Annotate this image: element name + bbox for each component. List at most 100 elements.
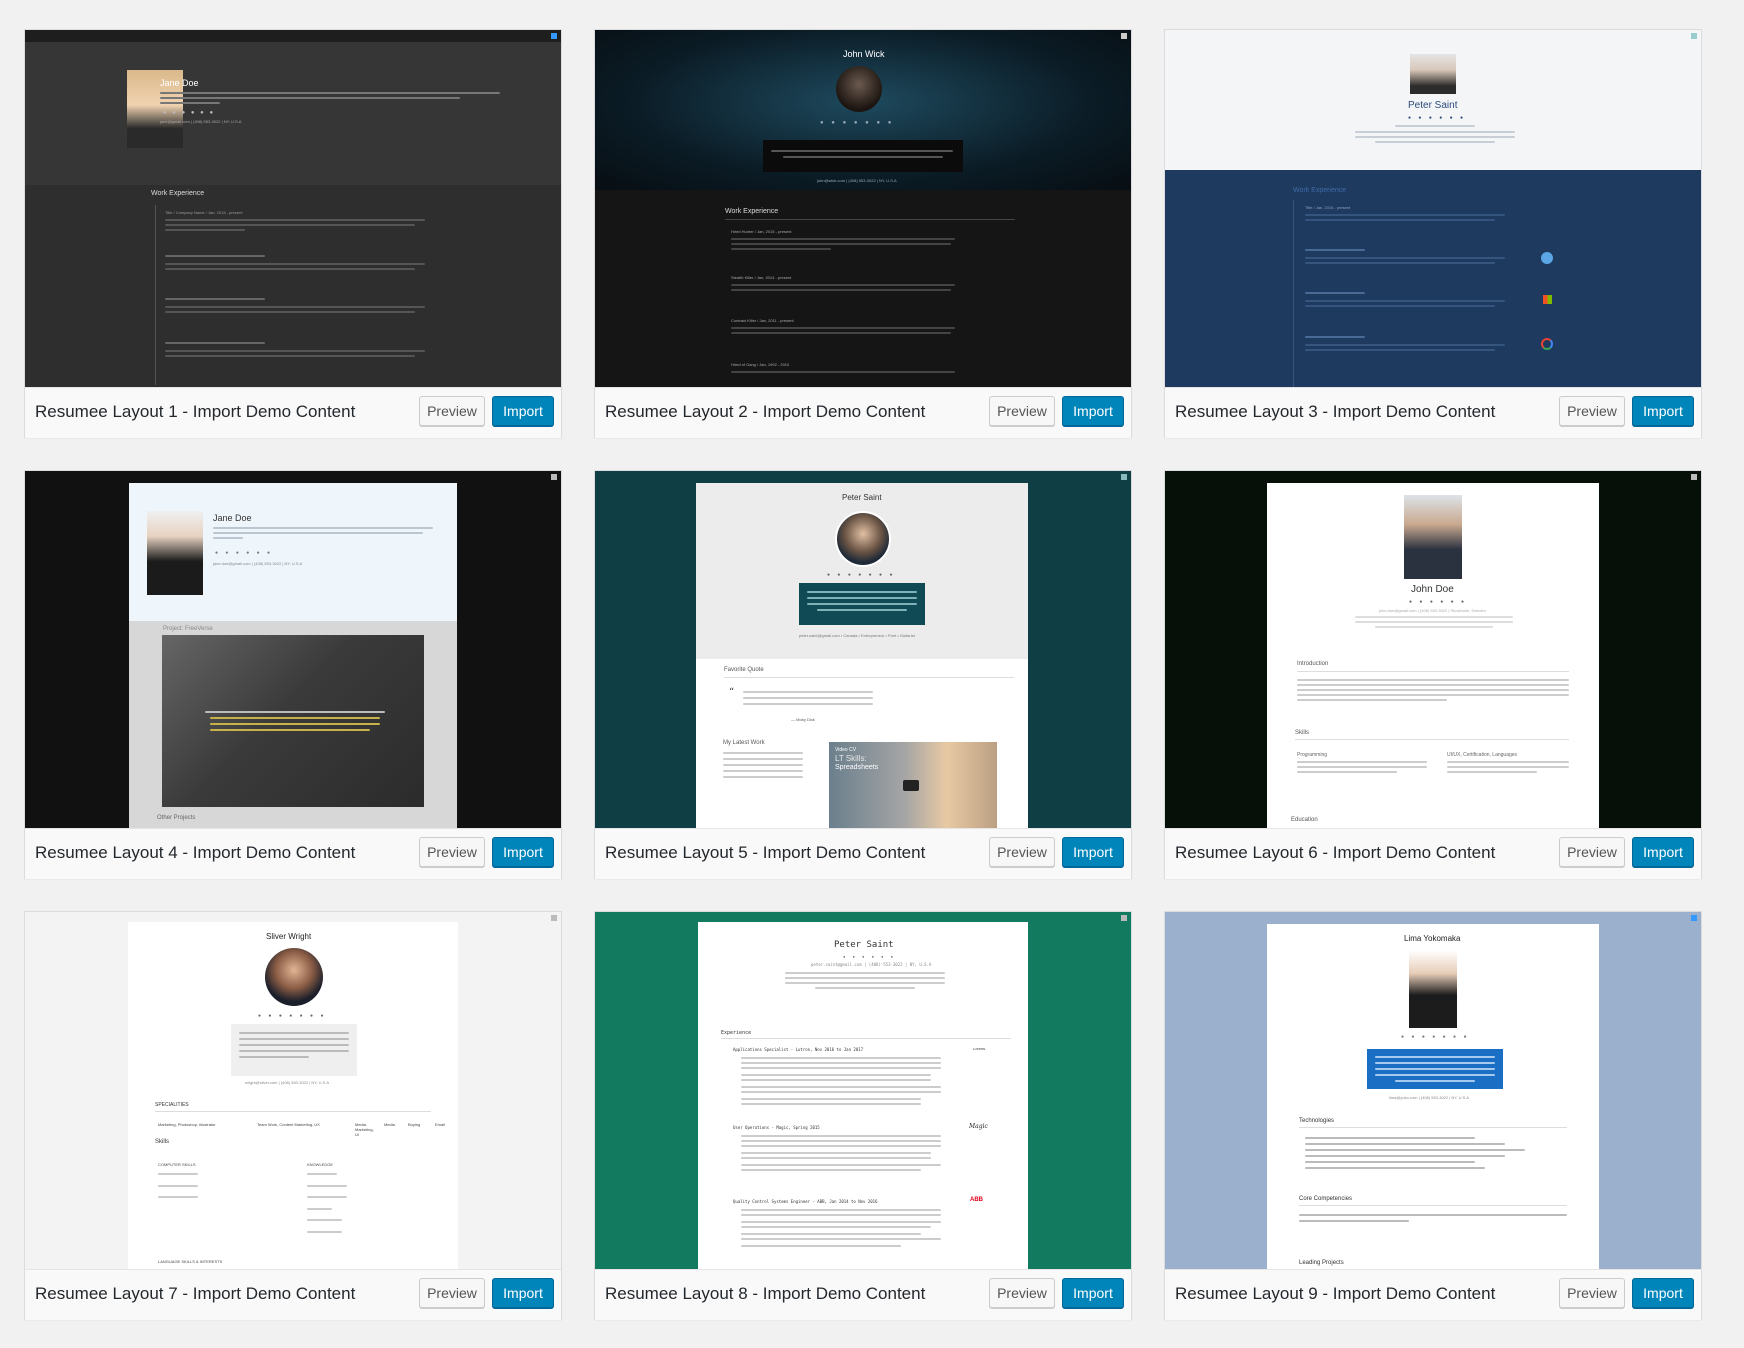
profile-photo — [265, 948, 323, 1006]
preview-button[interactable]: Preview — [419, 1278, 485, 1308]
profile-contact: peter.saint@gmail.com | (408) 553-3022 |… — [811, 962, 932, 967]
import-button[interactable]: Import — [1062, 1278, 1124, 1308]
profile-contact: wright@sliver.com | (408) 553-3022 | NY,… — [245, 1080, 330, 1085]
video-title-line-2: LT Skills: — [835, 754, 867, 763]
sub-heading-1: Programming — [1297, 752, 1328, 758]
entry-title-4: Hired of Gang / Jan, 1992 - 2010 — [731, 362, 790, 367]
speciality-item-2: Team Work, Content Marketing, UX — [257, 1122, 320, 1127]
section-heading: Technologies — [1299, 1118, 1335, 1124]
section-heading-2: Other Projects — [157, 815, 196, 821]
preview-button[interactable]: Preview — [989, 396, 1055, 426]
theme-card-4: Jane Doe ● ● ● ● ● ● jane.doe@gmail.com … — [24, 470, 562, 879]
layout-5-screenshot[interactable]: Peter Saint ● ● ● ● ● ● ● peter.saint@gm… — [595, 471, 1131, 828]
card-footer: Resumee Layout 3 - Import Demo Content P… — [1165, 387, 1701, 438]
import-button[interactable]: Import — [1632, 396, 1694, 426]
import-button[interactable]: Import — [492, 396, 554, 426]
preview-button[interactable]: Preview — [989, 1278, 1055, 1308]
import-button[interactable]: Import — [492, 837, 554, 867]
profile-name: Peter Saint — [1408, 100, 1458, 111]
wordpress-icon — [1541, 252, 1553, 264]
profile-contact: john@wick.com | (408) 553-3022 | NY, U.S… — [817, 178, 897, 183]
speciality-item-6: Email — [435, 1122, 446, 1127]
card-footer: Resumee Layout 4 - Import Demo Content P… — [25, 828, 561, 879]
card-title: Resumee Layout 2 - Import Demo Content — [605, 402, 926, 421]
card-footer: Resumee Layout 9 - Import Demo Content P… — [1165, 1269, 1701, 1320]
layout-8-screenshot[interactable]: Peter Saint ● ● ● ● ● ● peter.saint@gmai… — [595, 912, 1131, 1269]
profile-photo — [147, 511, 203, 595]
layout-1-screenshot[interactable]: Jane Doe ● ● ● ● ● ● jane@gmail.com | (4… — [25, 30, 561, 387]
section-heading: Experience — [721, 1030, 752, 1036]
entry-title: Title / Company Name / Jan, 2015 - prese… — [165, 210, 243, 215]
card-title: Resumee Layout 7 - Import Demo Content — [35, 1284, 356, 1303]
profile-name: Jane Doe — [213, 513, 252, 523]
card-title: Resumee Layout 1 - Import Demo Content — [35, 402, 356, 421]
speciality-item-1: Marketing, Photoshop, Illustrator — [158, 1122, 216, 1127]
profile-name: Sliver Wright — [266, 932, 312, 941]
profile-photo — [1409, 950, 1457, 1028]
section-heading-3: Education — [1291, 817, 1318, 823]
theme-card-1: Jane Doe ● ● ● ● ● ● jane@gmail.com | (4… — [24, 29, 562, 438]
section-heading-2: Skills — [1295, 730, 1310, 736]
section-heading: Work Experience — [151, 190, 205, 197]
speciality-item-5: Buying — [408, 1122, 421, 1127]
quote-author: — Moby Dick — [791, 717, 815, 722]
profile-contact: peter.saint@gmail.com • Canada • Entrepr… — [799, 633, 915, 638]
profile-contact: jane@gmail.com | (408) 553-3022 | NY, U.… — [160, 119, 242, 124]
card-title: Resumee Layout 4 - Import Demo Content — [35, 843, 356, 862]
speciality-item-4: Media — [384, 1122, 395, 1127]
project-image — [162, 635, 424, 807]
video-title-line-3: Spreadsheets — [835, 764, 879, 771]
layout-7-screenshot[interactable]: Sliver Wright ● ● ● ● ● ● ● wright@slive… — [25, 912, 561, 1269]
company-logo-2: Magic — [969, 1123, 988, 1130]
sub-heading-2: UI/UX, Certification, Languages — [1447, 752, 1518, 758]
profile-name: Peter Saint — [842, 493, 882, 502]
card-footer: Resumee Layout 7 - Import Demo Content P… — [25, 1269, 561, 1320]
section-heading-2: Skills — [155, 1139, 170, 1145]
corner-marker-icon — [1121, 915, 1127, 921]
theme-card-8: Peter Saint ● ● ● ● ● ● peter.saint@gmai… — [594, 911, 1132, 1320]
corner-marker-icon — [1691, 33, 1697, 39]
preview-button[interactable]: Preview — [419, 396, 485, 426]
entry-title-3: Contract Killer / Jan, 2011 - present — [731, 318, 794, 323]
layout-6-screenshot[interactable]: John Doe ● ● ● ● ● ● john.doe@gmail.com … — [1165, 471, 1701, 828]
import-button[interactable]: Import — [492, 1278, 554, 1308]
quote-icon: “ — [729, 687, 735, 698]
preview-button[interactable]: Preview — [1559, 1278, 1625, 1308]
corner-marker-icon — [551, 33, 557, 39]
card-title: Resumee Layout 5 - Import Demo Content — [605, 843, 926, 862]
company-logo-1: LUTRON — [973, 1047, 986, 1051]
layout-9-screenshot[interactable]: Lima Yokomaka ● ● ● ● ● ● ● lima@yoko.co… — [1165, 912, 1701, 1269]
profile-name: John Doe — [1411, 584, 1454, 595]
layout-2-screenshot[interactable]: John Wick ● ● ● ● ● ● ● john@wick.com | … — [595, 30, 1131, 387]
preview-button[interactable]: Preview — [1559, 837, 1625, 867]
profile-photo — [836, 66, 882, 112]
layout-3-screenshot[interactable]: Peter Saint ● ● ● ● ● ● Work Experience … — [1165, 30, 1701, 387]
import-button[interactable]: Import — [1632, 1278, 1694, 1308]
preview-button[interactable]: Preview — [989, 837, 1055, 867]
profile-photo — [835, 511, 891, 567]
google-icon — [1541, 338, 1553, 350]
profile-photo — [1404, 495, 1462, 579]
section-heading: Favorite Quote — [724, 667, 764, 673]
layout-4-screenshot[interactable]: Jane Doe ● ● ● ● ● ● jane.doe@gmail.com … — [25, 471, 561, 828]
preview-button[interactable]: Preview — [419, 837, 485, 867]
section-heading: Introduction — [1297, 661, 1329, 667]
profile-name: Jane Doe — [160, 78, 199, 88]
preview-button[interactable]: Preview — [1559, 396, 1625, 426]
corner-marker-icon — [1691, 915, 1697, 921]
theme-card-5: Peter Saint ● ● ● ● ● ● ● peter.saint@gm… — [594, 470, 1132, 879]
corner-marker-icon — [551, 474, 557, 480]
corner-marker-icon — [1121, 33, 1127, 39]
import-button[interactable]: Import — [1062, 396, 1124, 426]
profile-name: Peter Saint — [834, 940, 894, 950]
play-icon[interactable] — [903, 780, 919, 791]
speciality-item-3: Media, Marketing, UI — [355, 1122, 374, 1137]
entry-title-1: Applications Specialist - Lutron, Nov 20… — [733, 1047, 864, 1052]
entry-title-1: Hired Hunter / Jan, 2015 - present — [731, 229, 792, 234]
import-button[interactable]: Import — [1632, 837, 1694, 867]
card-footer: Resumee Layout 1 - Import Demo Content P… — [25, 387, 561, 438]
import-button[interactable]: Import — [1062, 837, 1124, 867]
theme-card-2: John Wick ● ● ● ● ● ● ● john@wick.com | … — [594, 29, 1132, 438]
profile-contact: john.doe@gmail.com | (408) 553-3022 | St… — [1379, 608, 1486, 613]
card-title: Resumee Layout 3 - Import Demo Content — [1175, 402, 1496, 421]
